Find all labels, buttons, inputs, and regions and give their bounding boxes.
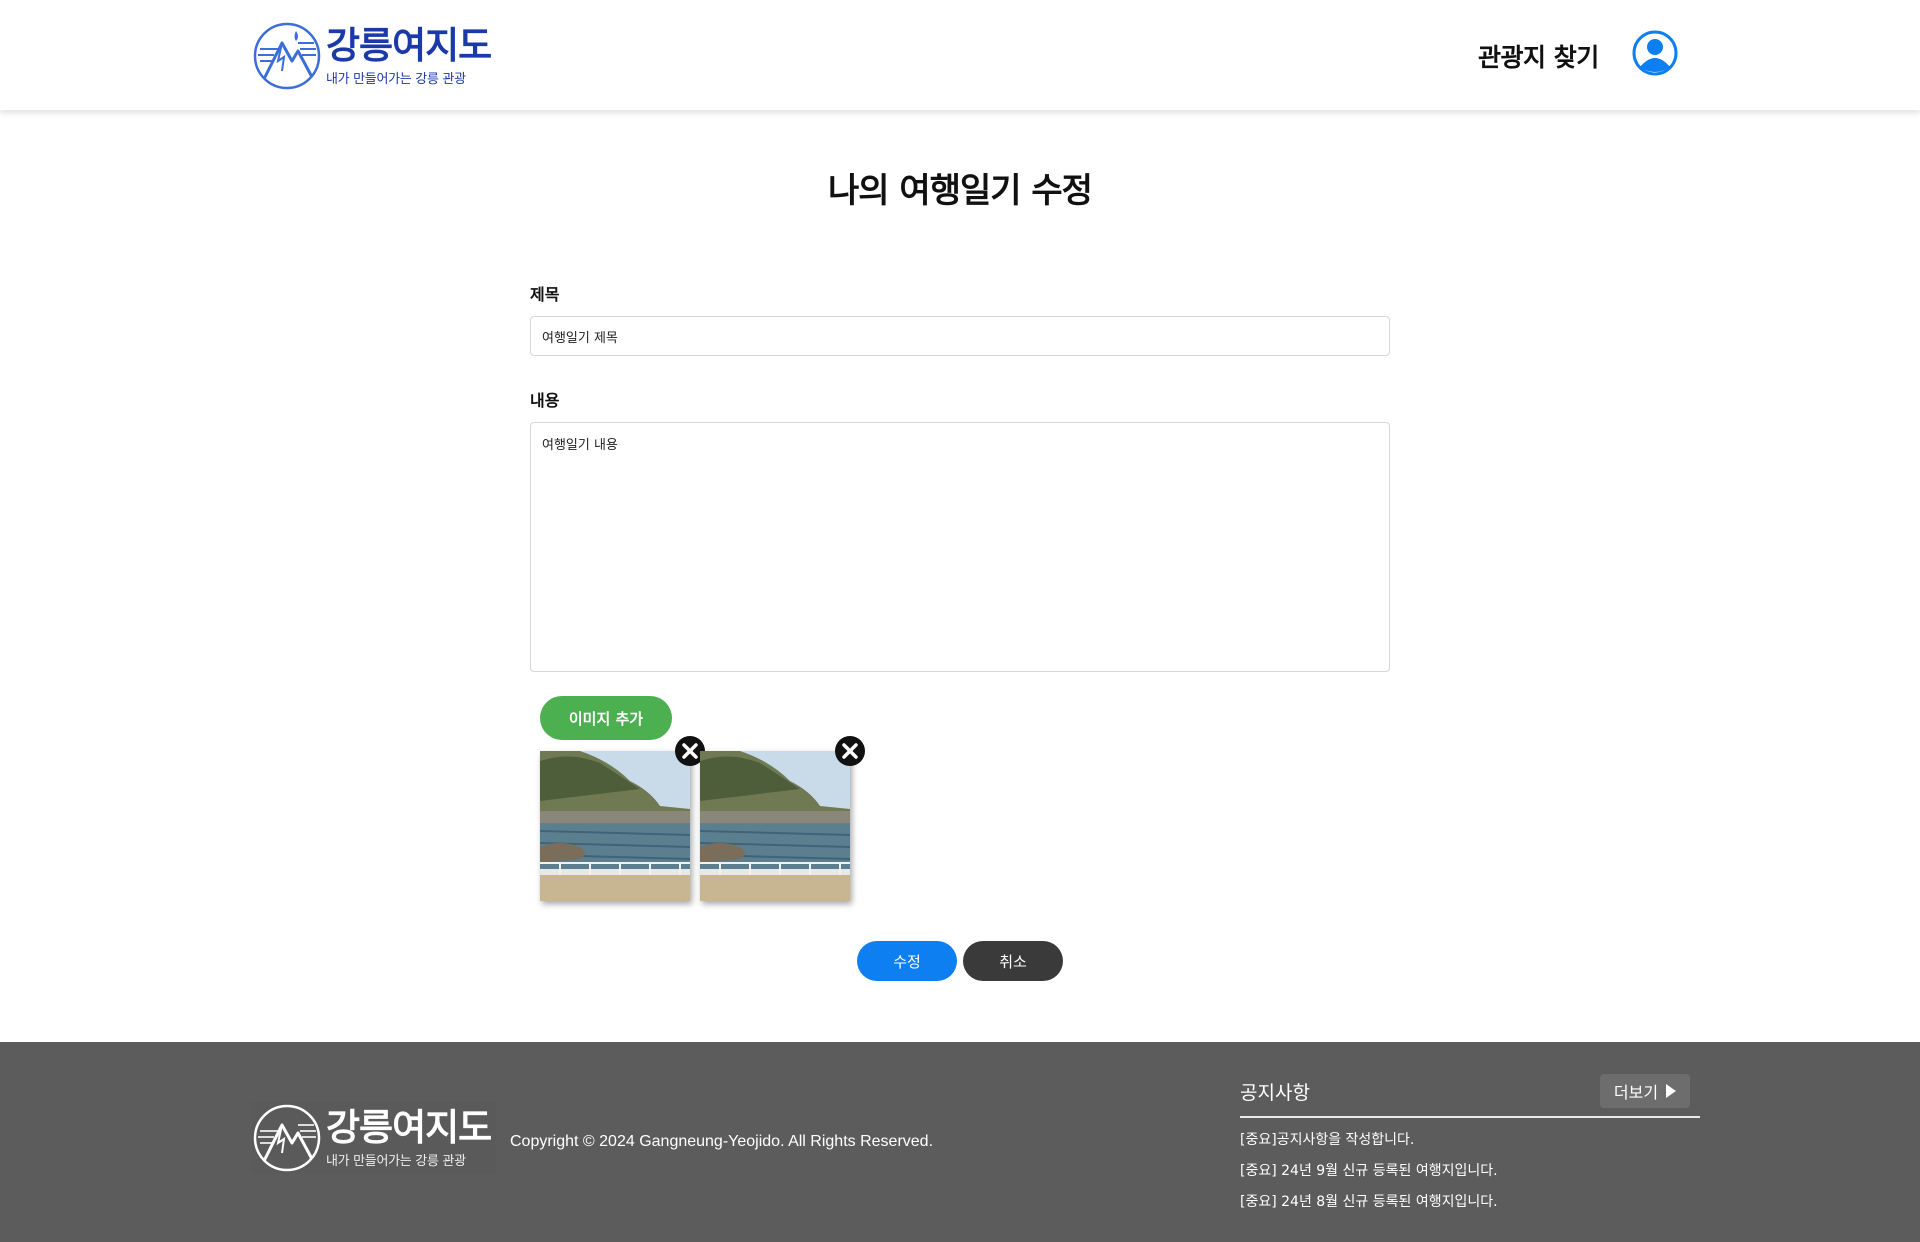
logo-title: 강릉여지도 [326,23,492,67]
logo-mark-icon [253,22,321,90]
submit-button[interactable]: 수정 [857,941,957,981]
notice-item[interactable]: [중요] 24년 8월 신규 등록된 여행지입니다. [1240,1192,1498,1223]
notice-list: [중요]공지사항을 작성합니다. [중요] 24년 9월 신규 등록된 여행지입… [1240,1130,1498,1223]
notice-item[interactable]: [중요]공지사항을 작성합니다. [1240,1130,1498,1161]
notice-divider [1240,1116,1700,1118]
play-arrow-icon [1666,1084,1677,1098]
photo-image [700,751,850,901]
footer-logo-mark-icon [253,1104,321,1172]
user-circle-icon[interactable] [1632,30,1678,76]
logo-subtitle: 내가 만들어가는 강릉 관광 [326,71,466,87]
content-textarea[interactable]: 여행일기 내용 [530,422,1390,672]
notice-heading: 공지사항 [1240,1082,1310,1104]
photo-image [540,751,690,901]
remove-image-icon[interactable] [834,735,866,767]
more-button-label: 더보기 [1613,1083,1659,1102]
title-input[interactable] [530,316,1390,356]
copyright-text: Copyright © 2024 Gangneung-Yeojido. All … [510,1133,934,1150]
site-header: 강릉여지도 내가 만들어가는 강릉 관광 관광지 찾기 [0,0,1920,110]
more-button[interactable]: 더보기 [1600,1074,1690,1108]
cancel-button[interactable]: 취소 [963,941,1063,981]
notice-item[interactable]: [중요] 24년 9월 신규 등록된 여행지입니다. [1240,1161,1498,1192]
nav-find-attractions[interactable]: 관광지 찾기 [1478,38,1599,74]
content-label: 내용 [530,391,560,410]
image-thumbnail [540,751,690,901]
footer-logo-title: 강릉여지도 [326,1105,492,1149]
image-thumbnail [700,751,850,901]
site-logo[interactable]: 강릉여지도 내가 만들어가는 강릉 관광 [252,20,492,92]
page-title: 나의 여행일기 수정 [828,171,1093,211]
footer-logo-subtitle: 내가 만들어가는 강릉 관광 [326,1153,466,1169]
title-label: 제목 [530,285,560,304]
footer-logo: 강릉여지도 내가 만들어가는 강릉 관광 [252,1102,496,1174]
add-image-button[interactable]: 이미지 추가 [540,696,672,740]
